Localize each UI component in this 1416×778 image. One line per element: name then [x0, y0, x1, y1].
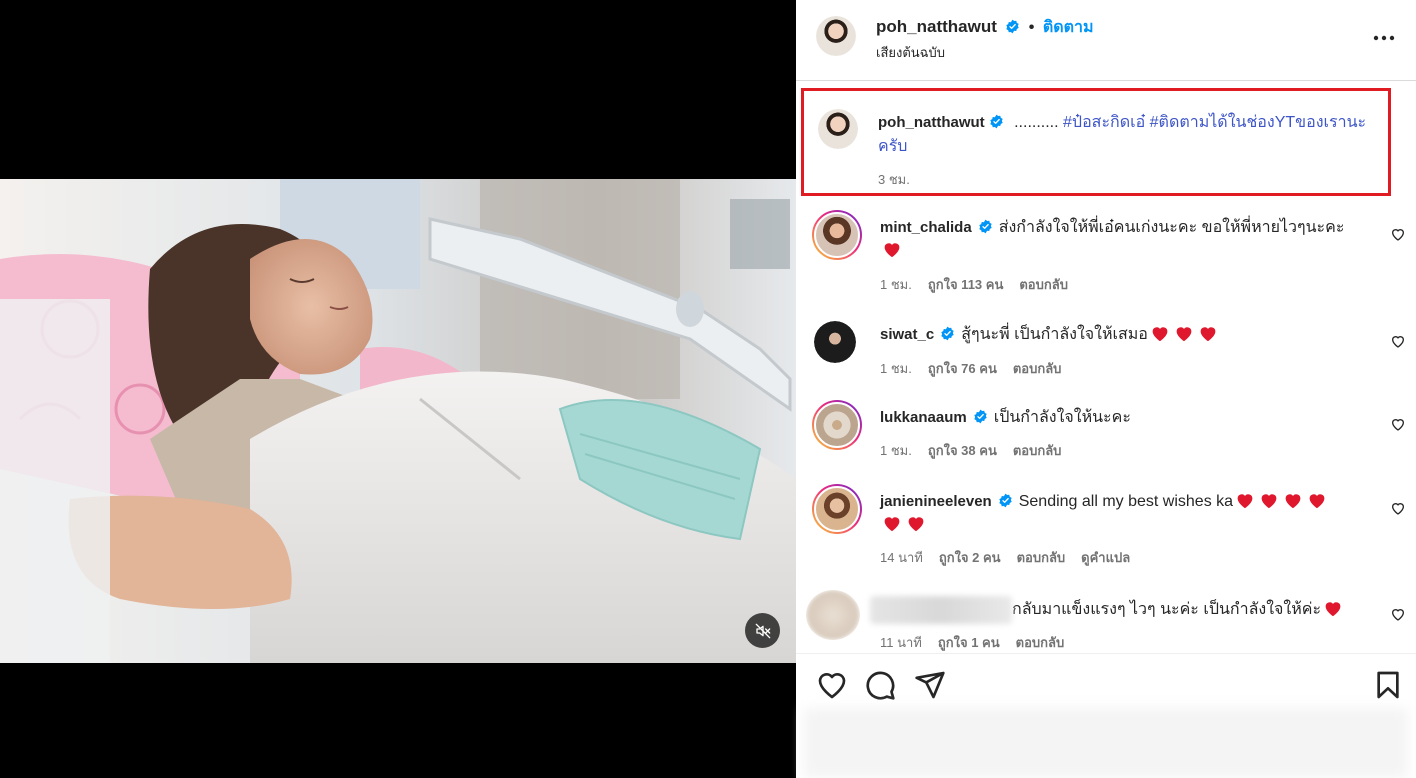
verified-badge-icon: [941, 326, 954, 341]
hashtag-link[interactable]: #ติดตามได้ในช่องYTของเรานะ: [1150, 114, 1366, 131]
comment-text: กลับมาแข็งแรงๆ ไวๆ นะค่ะ เป็นกำลังใจให้ค…: [870, 596, 1370, 624]
commenter-username[interactable]: lukkanaaum: [880, 409, 967, 426]
comment-meta: 1 ชม. ถูกใจ 76 คน ตอบกลับ: [880, 358, 1061, 379]
verified-badge-icon: [974, 409, 987, 424]
author-avatar[interactable]: [816, 16, 856, 56]
comment-body: ส่งกำลังใจให้พี่เอ๋คนเก่งนะคะ ขอให้พี่หา…: [998, 219, 1345, 236]
commenter-username[interactable]: janienineeleven: [880, 493, 992, 510]
comment-time[interactable]: 14 นาที: [880, 547, 923, 568]
comment-time[interactable]: 11 นาที: [880, 632, 922, 653]
comment-like-count[interactable]: ถูกใจ 1 คน: [938, 632, 1000, 653]
caption-author-username[interactable]: poh_natthawut: [878, 114, 985, 131]
like-comment-heart-icon[interactable]: [1390, 416, 1406, 432]
hashtag-link[interactable]: #ป๋อสะกิดเอ๋: [1063, 114, 1145, 131]
like-comment-heart-icon[interactable]: [1390, 500, 1406, 516]
like-comment-heart-icon[interactable]: [1390, 333, 1406, 349]
comment-meta: 1 ชม. ถูกใจ 38 คน ตอบกลับ: [880, 440, 1061, 461]
translate-button[interactable]: ดูคำแปล: [1081, 547, 1130, 568]
caption-text: poh_natthawut .......... #ป๋อสะกิดเอ๋ #ต…: [878, 111, 1383, 159]
post-detail-panel: poh_natthawut • ติดตาม เสียงต้นฉบับ poh_…: [796, 0, 1416, 778]
comment-item: mint_chalida ส่งกำลังใจให้พี่เอ๋คนเก่งนะค…: [796, 210, 1416, 310]
like-comment-heart-icon[interactable]: [1390, 226, 1406, 242]
author-username[interactable]: poh_natthawut: [876, 17, 997, 36]
comment-body: เป็นกำลังใจให้นะคะ: [993, 409, 1131, 426]
reply-button[interactable]: ตอบกลับ: [1016, 632, 1065, 653]
comment-body: สู้ๆนะพี่ เป็นกำลังใจให้เสมอ: [961, 326, 1148, 343]
red-heart-emoji-icon: [1325, 602, 1341, 617]
comment-body: กลับมาแข็งแรงๆ ไวๆ นะค่ะ เป็นกำลังใจให้ค…: [1012, 601, 1322, 619]
post-action-bar: [796, 653, 1416, 707]
comment-like-count[interactable]: ถูกใจ 113 คน: [928, 274, 1004, 295]
comment-time[interactable]: 1 ชม.: [880, 440, 912, 461]
red-heart-emoji-icon: [884, 243, 900, 258]
red-heart-emoji-icon: [1261, 494, 1277, 509]
blurred-likes-region: [804, 708, 1408, 778]
instagram-post-viewer: poh_natthawut • ติดตาม เสียงต้นฉบับ poh_…: [0, 0, 1416, 778]
commenter-username[interactable]: mint_chalida: [880, 219, 972, 236]
commenter-avatar[interactable]: [814, 321, 856, 363]
post-video[interactable]: [0, 179, 796, 663]
comment-text: siwat_c สู้ๆนะพี่ เป็นกำลังใจให้เสมอ: [880, 323, 1380, 346]
comment-like-count[interactable]: ถูกใจ 38 คน: [928, 440, 997, 461]
video-frame-illustration: [0, 179, 796, 663]
comment-item: siwat_c สู้ๆนะพี่ เป็นกำลังใจให้เสมอ 1 ชม…: [796, 321, 1416, 391]
like-comment-heart-icon[interactable]: [1390, 606, 1406, 622]
comment-icon[interactable]: [864, 669, 896, 701]
reply-button[interactable]: ตอบกลับ: [1017, 547, 1066, 568]
comment-like-count[interactable]: ถูกใจ 76 คน: [928, 358, 997, 379]
caption-author-avatar[interactable]: [818, 109, 858, 149]
header-title-row: poh_natthawut • ติดตาม: [876, 15, 1094, 40]
mute-toggle-button[interactable]: [745, 613, 780, 648]
reply-button[interactable]: ตอบกลับ: [1019, 274, 1068, 295]
follow-button[interactable]: ติดตาม: [1043, 19, 1094, 36]
heart-outline-icon[interactable]: [816, 669, 848, 701]
reply-button[interactable]: ตอบกลับ: [1013, 358, 1062, 379]
verified-badge-icon: [999, 493, 1012, 508]
comment-time[interactable]: 1 ชม.: [880, 358, 912, 379]
comment-text: janienineeleven Sending all my best wishe…: [880, 490, 1380, 536]
commenter-username[interactable]: siwat_c: [880, 326, 934, 343]
more-options-button[interactable]: [1372, 26, 1396, 50]
comment-item: janienineeleven Sending all my best wishe…: [796, 484, 1416, 574]
header-separator: •: [1028, 19, 1035, 36]
more-horizontal-icon: [1373, 35, 1395, 41]
commenter-avatar[interactable]: [812, 484, 862, 534]
red-heart-emoji-icon: [1237, 494, 1253, 509]
comment-meta: 1 ชม. ถูกใจ 113 คน ตอบกลับ: [880, 274, 1068, 295]
bookmark-icon[interactable]: [1372, 669, 1404, 701]
commenter-avatar[interactable]: [812, 400, 862, 450]
comment-text: lukkanaaum เป็นกำลังใจให้นะคะ: [880, 406, 1380, 429]
comment-meta: 11 นาที ถูกใจ 1 คน ตอบกลับ: [880, 632, 1064, 653]
commenter-username-blurred[interactable]: [870, 596, 1012, 624]
comment-item: กลับมาแข็งแรงๆ ไวๆ นะค่ะ เป็นกำลังใจให้ค…: [796, 588, 1416, 652]
commenter-avatar-blurred[interactable]: [806, 590, 860, 640]
caption-highlight-box: poh_natthawut .......... #ป๋อสะกิดเอ๋ #ต…: [801, 88, 1391, 196]
audio-label[interactable]: เสียงต้นฉบับ: [876, 42, 945, 63]
red-heart-emoji-icon: [884, 517, 900, 532]
red-heart-emoji-icon: [1309, 494, 1325, 509]
comment-item: lukkanaaum เป็นกำลังใจให้นะคะ 1 ชม. ถูกใจ…: [796, 400, 1416, 470]
verified-badge-icon: [1006, 19, 1020, 34]
red-heart-emoji-icon: [1285, 494, 1301, 509]
red-heart-emoji-icon: [1176, 327, 1192, 342]
reply-button[interactable]: ตอบกลับ: [1013, 440, 1062, 461]
verified-badge-icon: [979, 219, 992, 234]
muted-speaker-icon: [755, 623, 770, 638]
caption-dots: ..........: [1014, 114, 1059, 131]
red-heart-emoji-icon: [1152, 327, 1168, 342]
verified-badge-icon: [989, 114, 1003, 129]
comment-meta: 14 นาที ถูกใจ 2 คน ตอบกลับ ดูคำแปล: [880, 547, 1130, 568]
red-heart-emoji-icon: [1200, 327, 1216, 342]
red-heart-emoji-icon: [908, 517, 924, 532]
share-icon[interactable]: [914, 669, 946, 701]
comment-time[interactable]: 1 ชม.: [880, 274, 912, 295]
commenter-avatar[interactable]: [812, 210, 862, 260]
post-header: poh_natthawut • ติดตาม เสียงต้นฉบับ: [796, 0, 1416, 81]
caption-time[interactable]: 3 ชม.: [878, 169, 910, 190]
media-panel: [0, 0, 796, 778]
comment-text: mint_chalida ส่งกำลังใจให้พี่เอ๋คนเก่งนะค…: [880, 216, 1380, 262]
comment-like-count[interactable]: ถูกใจ 2 คน: [939, 547, 1001, 568]
caption-suffix: ครับ: [878, 138, 908, 155]
comment-body: Sending all my best wishes ka: [1018, 493, 1234, 510]
